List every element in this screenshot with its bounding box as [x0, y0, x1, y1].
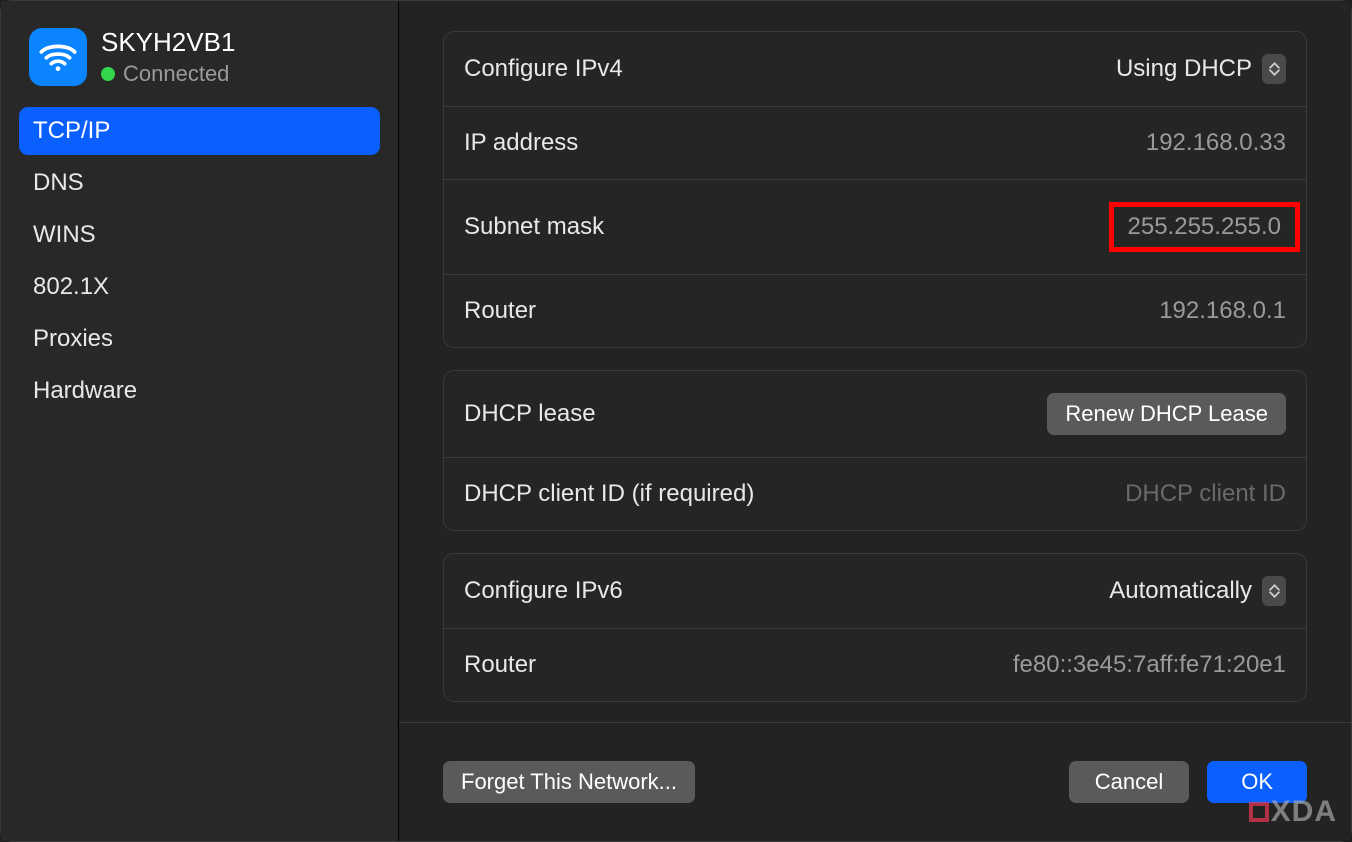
dhcp-client-id-input[interactable]: DHCP client ID: [1125, 480, 1286, 508]
forget-network-button[interactable]: Forget This Network...: [443, 761, 695, 803]
watermark: XDA: [1249, 795, 1337, 829]
configure-ipv4-row: Configure IPv4 Using DHCP: [444, 32, 1306, 107]
configure-ipv4-dropdown[interactable]: [1262, 54, 1286, 84]
router-ipv6-value: fe80::3e45:7aff:fe71:20e1: [1013, 651, 1286, 679]
ip-address-row: IP address 192.168.0.33: [444, 107, 1306, 180]
configure-ipv4-value: Using DHCP: [1116, 55, 1252, 83]
configure-ipv6-label: Configure IPv6: [464, 577, 623, 605]
ipv6-section: Configure IPv6 Automatically Router fe80…: [443, 553, 1307, 702]
configure-ipv4-label: Configure IPv4: [464, 55, 623, 83]
ipv4-section: Configure IPv4 Using DHCP IP address 192…: [443, 31, 1307, 348]
connection-status: Connected: [101, 61, 235, 87]
configure-ipv4-value-wrap: Using DHCP: [1116, 54, 1286, 84]
sidebar-item-tcpip[interactable]: TCP/IP: [19, 107, 380, 155]
configure-ipv6-dropdown[interactable]: [1262, 576, 1286, 606]
renew-dhcp-button[interactable]: Renew DHCP Lease: [1047, 393, 1286, 435]
dhcp-lease-label: DHCP lease: [464, 400, 596, 428]
cancel-button[interactable]: Cancel: [1069, 761, 1189, 803]
network-info: SKYH2VB1 Connected: [101, 27, 235, 87]
content-area: Configure IPv4 Using DHCP IP address 192…: [399, 1, 1351, 722]
status-dot-icon: [101, 67, 115, 81]
subnet-mask-value: 255.255.255.0: [1128, 213, 1281, 241]
network-header: SKYH2VB1 Connected: [19, 21, 380, 93]
subnet-highlight: 255.255.255.0: [1109, 202, 1300, 252]
router-ipv4-label: Router: [464, 297, 536, 325]
dhcp-section: DHCP lease Renew DHCP Lease DHCP client …: [443, 370, 1307, 531]
router-ipv4-value: 192.168.0.1: [1159, 297, 1286, 325]
sidebar: SKYH2VB1 Connected TCP/IP DNS WINS 802.1…: [1, 1, 399, 841]
sidebar-item-hardware[interactable]: Hardware: [19, 367, 380, 415]
ip-address-value: 192.168.0.33: [1146, 129, 1286, 157]
configure-ipv6-value-wrap: Automatically: [1109, 576, 1286, 606]
router-ipv6-label: Router: [464, 651, 536, 679]
router-ipv4-row: Router 192.168.0.1: [444, 275, 1306, 347]
subnet-mask-row: Subnet mask 255.255.255.0: [444, 180, 1306, 275]
ip-address-label: IP address: [464, 129, 578, 157]
subnet-mask-label: Subnet mask: [464, 213, 604, 241]
sidebar-item-wins[interactable]: WINS: [19, 211, 380, 259]
sidebar-item-proxies[interactable]: Proxies: [19, 315, 380, 363]
sidebar-item-8021x[interactable]: 802.1X: [19, 263, 380, 311]
sidebar-item-dns[interactable]: DNS: [19, 159, 380, 207]
watermark-icon: [1249, 802, 1269, 822]
watermark-text: XDA: [1271, 795, 1337, 829]
main-panel: Configure IPv4 Using DHCP IP address 192…: [399, 1, 1351, 841]
dhcp-client-id-label: DHCP client ID (if required): [464, 480, 754, 508]
footer: Forget This Network... Cancel OK: [399, 722, 1351, 841]
configure-ipv6-value: Automatically: [1109, 577, 1252, 605]
wifi-icon: [29, 28, 87, 86]
dhcp-client-id-row: DHCP client ID (if required) DHCP client…: [444, 458, 1306, 530]
configure-ipv6-row: Configure IPv6 Automatically: [444, 554, 1306, 629]
status-text: Connected: [123, 61, 229, 87]
dhcp-lease-row: DHCP lease Renew DHCP Lease: [444, 371, 1306, 458]
router-ipv6-row: Router fe80::3e45:7aff:fe71:20e1: [444, 629, 1306, 701]
network-name: SKYH2VB1: [101, 27, 235, 58]
